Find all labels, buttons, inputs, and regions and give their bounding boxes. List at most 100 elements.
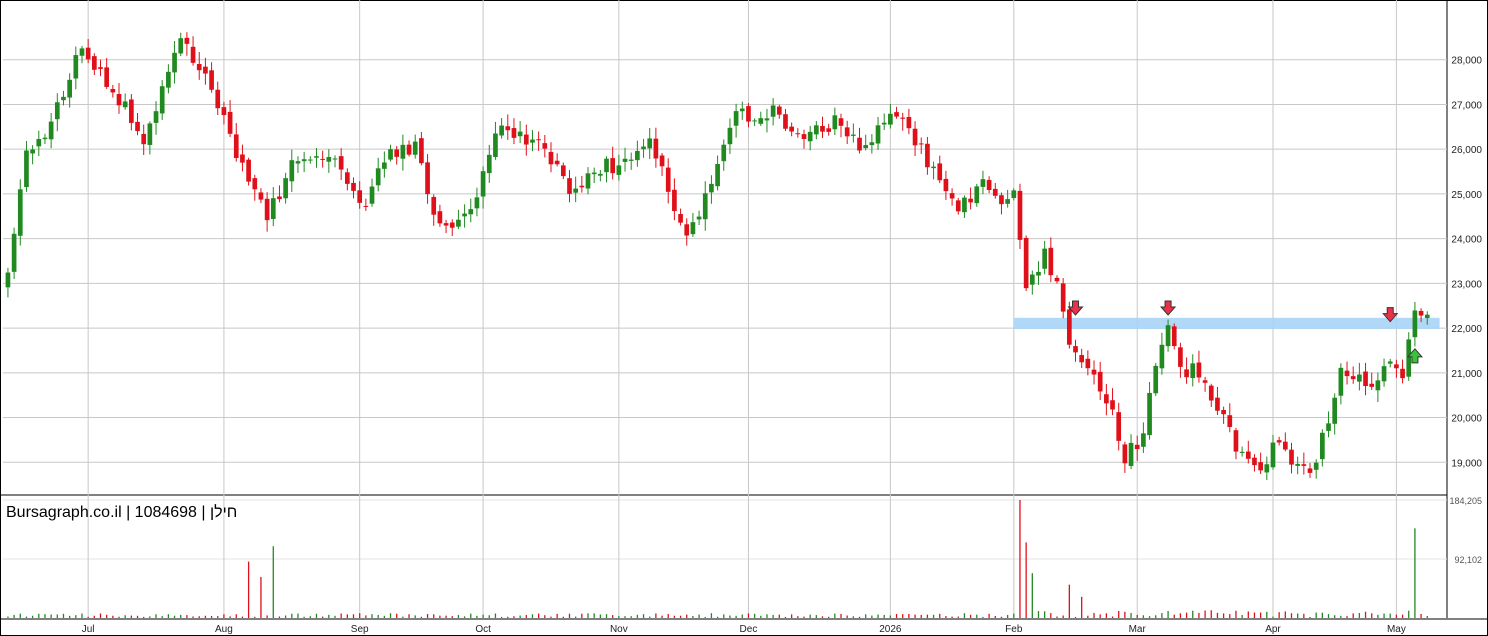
candle-down xyxy=(1122,444,1128,464)
candle-up xyxy=(851,134,856,136)
candle-down xyxy=(85,47,91,60)
candle-down xyxy=(789,126,794,132)
x-tick-label: Dec xyxy=(740,624,758,635)
candle-down xyxy=(1134,444,1140,450)
candle-up xyxy=(962,197,967,213)
candle-up xyxy=(159,86,165,114)
candle-down xyxy=(1178,347,1183,367)
candle-down xyxy=(1184,369,1189,378)
candle-up xyxy=(17,189,23,236)
candle-up xyxy=(11,233,17,272)
candle-down xyxy=(1116,412,1122,441)
candle-up xyxy=(1332,397,1338,424)
candle-up xyxy=(48,121,54,140)
candle-down xyxy=(937,163,943,181)
candle-down xyxy=(264,198,270,221)
candle-down xyxy=(523,134,529,145)
candle-up xyxy=(456,219,461,227)
candle-down xyxy=(894,112,899,117)
volume-tick-label: 184,205 xyxy=(1449,496,1482,506)
candle-up xyxy=(73,55,79,79)
candle-down xyxy=(955,200,961,212)
candle-down xyxy=(227,111,233,134)
candle-up xyxy=(1338,367,1344,396)
candle-up xyxy=(869,142,875,146)
x-tick-label: May xyxy=(1387,624,1406,635)
down-arrow-marker xyxy=(1159,300,1177,316)
candle-up xyxy=(690,222,696,235)
candle-down xyxy=(554,160,560,165)
candle-down xyxy=(659,155,665,167)
candle-down xyxy=(1344,370,1350,377)
candle-down xyxy=(357,190,363,203)
candle-down xyxy=(820,125,825,132)
candle-up xyxy=(733,111,739,126)
candle-down xyxy=(684,224,690,236)
volume-tick-label: 92,102 xyxy=(1454,555,1482,565)
candle-down xyxy=(1171,326,1177,347)
candle-down xyxy=(406,144,412,155)
candle-down xyxy=(918,143,924,145)
candle-down xyxy=(1282,441,1288,450)
candle-up xyxy=(1190,363,1196,379)
candle-down xyxy=(1307,468,1313,473)
candle-up xyxy=(530,139,535,143)
candle-down xyxy=(233,134,239,159)
candle-up xyxy=(462,213,467,217)
candle-up xyxy=(493,133,498,157)
candle-up xyxy=(166,71,171,88)
candle-up xyxy=(1011,190,1017,199)
price-tick-label: 24,000 xyxy=(1451,235,1482,246)
candle-down xyxy=(844,127,850,137)
candle-down xyxy=(1017,190,1023,240)
x-tick-label: Aug xyxy=(215,624,233,635)
x-tick-label: Feb xyxy=(1005,624,1023,635)
candle-up xyxy=(67,79,72,98)
candle-down xyxy=(900,117,906,119)
candle-up xyxy=(24,150,29,188)
candle-down xyxy=(1258,462,1263,471)
candle-up xyxy=(721,144,727,162)
candle-up xyxy=(1375,380,1381,391)
candle-down xyxy=(992,188,998,196)
candle-up xyxy=(1036,271,1041,276)
candle-up xyxy=(1326,423,1331,431)
candle-up xyxy=(628,159,634,161)
candle-down xyxy=(258,192,264,200)
candle-up xyxy=(5,272,11,288)
candle-up xyxy=(289,160,295,182)
candle-up xyxy=(585,173,591,189)
price-tick-label: 21,000 xyxy=(1451,369,1482,380)
candle-up xyxy=(1270,442,1276,468)
candle-up xyxy=(931,166,936,169)
candle-up xyxy=(739,108,745,112)
candle-up xyxy=(307,159,313,161)
candle-up xyxy=(635,150,640,161)
candle-down xyxy=(925,143,930,168)
candle-up xyxy=(122,101,128,108)
candle-down xyxy=(1208,385,1214,401)
candle-up xyxy=(715,163,720,187)
candle-down xyxy=(857,137,862,151)
candle-down xyxy=(1289,449,1294,465)
candle-down xyxy=(1276,440,1282,443)
candle-down xyxy=(943,178,949,192)
candle-up xyxy=(616,165,622,175)
candle-down xyxy=(98,67,103,69)
chart-root: 19,000 20,000 21,000 22,000 23,000 24,000 25,0… xyxy=(0,0,1488,636)
x-tick-label: Jul xyxy=(82,624,95,635)
candle-down xyxy=(801,134,807,140)
candle-down xyxy=(431,196,437,215)
candle-down xyxy=(419,138,424,164)
candle-up xyxy=(696,216,702,220)
candle-down xyxy=(1202,380,1208,383)
candle-up xyxy=(412,141,418,155)
candle-up xyxy=(622,158,628,162)
candle-down xyxy=(542,143,548,149)
price-tick-label: 19,000 xyxy=(1451,458,1482,469)
candle-up xyxy=(54,102,60,120)
candle-down xyxy=(184,37,190,44)
candle-down xyxy=(1233,430,1239,452)
candle-up xyxy=(813,125,819,135)
candle-up xyxy=(79,48,85,56)
